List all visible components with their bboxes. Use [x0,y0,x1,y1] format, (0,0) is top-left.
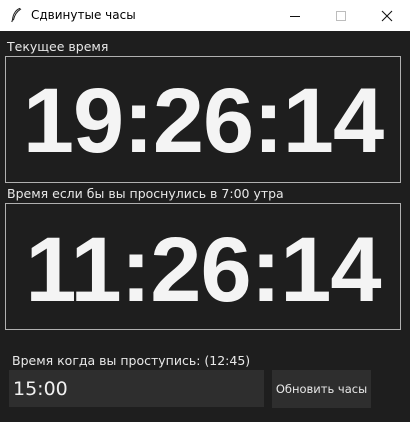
maximize-button[interactable] [318,0,364,31]
current-time-frame: 19:26:14 [5,56,401,183]
shifted-time-frame: 11:26:14 [5,203,401,330]
feather-icon [8,7,24,23]
wake-time-input[interactable] [9,370,264,407]
minimize-icon [290,15,300,17]
maximize-icon [336,10,346,21]
wake-time-label: Время когда вы проступись: (12:45) [12,353,251,368]
shifted-time-label: Время если бы вы проснулись в 7:00 утра [7,186,284,201]
current-time-label: Текущее время [7,39,109,54]
update-clock-button[interactable]: Обновить часы [272,370,371,408]
close-icon [381,10,393,21]
window-title: Сдвинутые часы [31,8,136,22]
close-button[interactable] [364,0,410,31]
title-bar: Сдвинутые часы [0,0,410,31]
minimize-button[interactable] [272,0,318,31]
shifted-time-display: 11:26:14 [25,219,381,321]
current-time-display: 19:26:14 [22,70,384,172]
